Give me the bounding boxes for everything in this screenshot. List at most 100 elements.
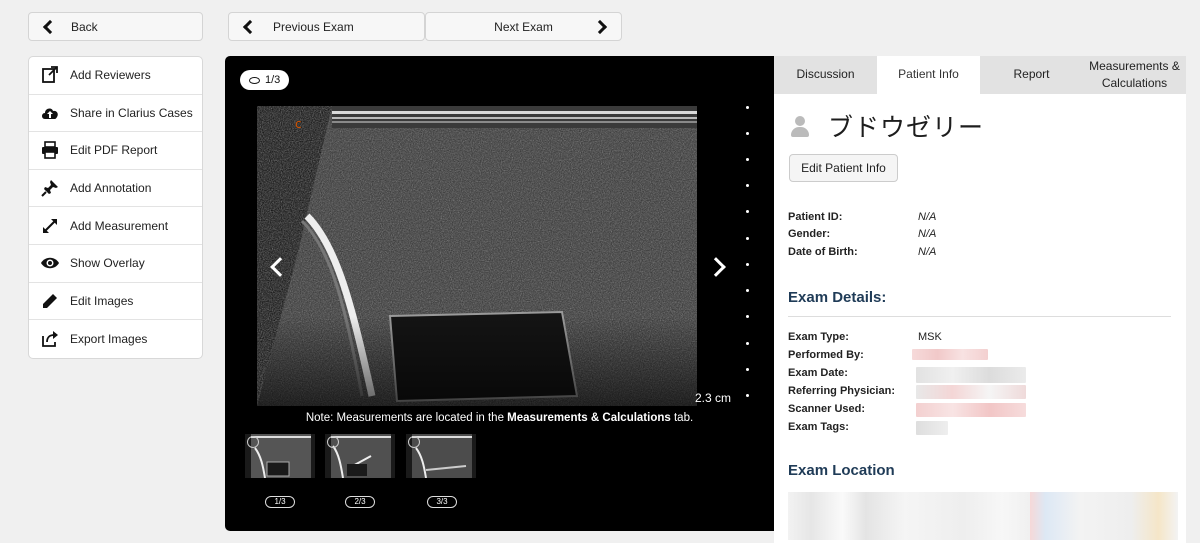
svg-text:c: c xyxy=(295,117,302,131)
scanner-used-row: Scanner Used: xyxy=(788,403,1026,417)
depth-marker xyxy=(746,315,749,318)
exam-tags-row: Exam Tags: xyxy=(788,421,948,435)
dob-value: N/A xyxy=(918,246,937,258)
measurements-note: Note: Measurements are located in the Me… xyxy=(225,412,774,424)
exam-date-key: Exam Date: xyxy=(788,367,848,379)
note-suffix: tab. xyxy=(670,412,694,424)
resize-arrows-icon xyxy=(40,216,60,236)
patient-id-value: N/A xyxy=(918,211,937,223)
depth-marker xyxy=(746,106,749,109)
ultrasound-viewer[interactable]: 1/3 c 2.3 cm Note: Measurements are loca… xyxy=(225,56,774,531)
depth-marker xyxy=(746,342,749,345)
referring-physician-row: Referring Physician: xyxy=(788,385,1026,399)
eye-outline-icon xyxy=(249,76,260,84)
avatar-body xyxy=(791,127,809,137)
patient-id-row: Patient ID: N/A xyxy=(788,211,936,223)
thumbnail-label: 1/3 xyxy=(265,496,295,508)
dob-row: Date of Birth: N/A xyxy=(788,246,936,258)
next-image-arrow-icon[interactable] xyxy=(706,257,726,277)
chevron-left-icon xyxy=(242,19,258,34)
pencil-icon xyxy=(40,291,60,311)
thumbnail-2[interactable] xyxy=(325,434,395,478)
pushpin-icon xyxy=(40,178,60,198)
redacted-value xyxy=(916,421,948,435)
edit-patient-info-button[interactable]: Edit Patient Info xyxy=(789,154,898,182)
exam-location-title: Exam Location xyxy=(788,462,895,479)
gender-row: Gender: N/A xyxy=(788,228,936,240)
tab-measurements-calculations[interactable]: Measurements & Calculations xyxy=(1083,56,1186,94)
image-counter: 1/3 xyxy=(265,74,281,86)
performed-by-row: Performed By: xyxy=(788,349,988,361)
depth-marker xyxy=(746,184,749,187)
tab-patient-info[interactable]: Patient Info xyxy=(877,56,980,94)
show-overlay-item[interactable]: Show Overlay xyxy=(29,245,202,283)
next-exam-label: Next Exam xyxy=(494,19,553,34)
exam-type-key: Exam Type: xyxy=(788,331,849,343)
menu-label: Edit Images xyxy=(70,293,134,308)
menu-label: Add Annotation xyxy=(70,181,152,196)
thumbnail-radio[interactable] xyxy=(327,436,339,448)
add-measurement-item[interactable]: Add Measurement xyxy=(29,207,202,245)
share-clarius-cases-item[interactable]: Share in Clarius Cases xyxy=(29,95,202,133)
tab-report[interactable]: Report xyxy=(980,56,1083,94)
menu-label: Add Reviewers xyxy=(70,68,151,83)
add-annotation-item[interactable]: Add Annotation xyxy=(29,170,202,208)
previous-exam-label: Previous Exam xyxy=(273,19,354,34)
exam-tags-key: Exam Tags: xyxy=(788,421,849,433)
previous-exam-button[interactable]: Previous Exam xyxy=(228,12,425,41)
depth-marker xyxy=(746,132,749,135)
exam-type-row: Exam Type: MSK xyxy=(788,331,942,343)
gender-value: N/A xyxy=(918,228,937,240)
edit-images-item[interactable]: Edit Images xyxy=(29,283,202,321)
map-preview-redacted[interactable] xyxy=(788,492,1178,540)
exam-date-row: Exam Date: xyxy=(788,367,1026,383)
depth-marker xyxy=(746,237,749,240)
menu-label: Add Measurement xyxy=(70,218,169,233)
thumbnail-1[interactable] xyxy=(245,434,315,478)
depth-scale-markers xyxy=(746,106,750,397)
scanner-used-key: Scanner Used: xyxy=(788,403,866,415)
eye-icon xyxy=(40,253,60,273)
info-panel: Discussion Patient Info Report Measureme… xyxy=(774,56,1186,543)
back-label: Back xyxy=(71,19,98,34)
thumbnail-label: 2/3 xyxy=(345,496,375,508)
exam-type-value: MSK xyxy=(918,331,942,343)
edit-pdf-report-item[interactable]: Edit PDF Report xyxy=(29,132,202,170)
action-menu: Add Reviewers Share in Clarius Cases Edi… xyxy=(28,56,203,359)
redacted-value xyxy=(912,349,988,360)
patient-name: ブドウゼリー xyxy=(828,114,985,142)
avatar-head xyxy=(795,116,805,126)
depth-scale-label: 2.3 cm xyxy=(695,391,732,405)
referring-physician-key: Referring Physician: xyxy=(788,385,895,397)
thumbnail-radio[interactable] xyxy=(408,436,420,448)
back-button[interactable]: Back xyxy=(28,12,203,41)
export-images-item[interactable]: Export Images xyxy=(29,320,202,358)
add-reviewers-icon xyxy=(40,65,60,85)
printer-icon xyxy=(40,140,60,160)
cloud-upload-icon xyxy=(40,103,60,123)
depth-marker xyxy=(746,158,749,161)
note-prefix: Note: Measurements are located in the xyxy=(305,412,508,424)
thumbnail-radio[interactable] xyxy=(247,436,259,448)
depth-marker xyxy=(746,263,749,266)
ultrasound-image: c xyxy=(257,106,697,406)
panel-tabs: Discussion Patient Info Report Measureme… xyxy=(774,56,1186,94)
next-exam-button[interactable]: Next Exam xyxy=(425,12,622,41)
patient-header: ブドウゼリー xyxy=(790,108,984,144)
section-divider xyxy=(788,316,1171,317)
redacted-value xyxy=(916,367,1026,383)
depth-marker xyxy=(746,210,749,213)
tab-discussion[interactable]: Discussion xyxy=(774,56,877,94)
depth-marker xyxy=(746,289,749,292)
add-reviewers-item[interactable]: Add Reviewers xyxy=(29,57,202,95)
chevron-right-icon xyxy=(592,19,608,34)
user-avatar-icon xyxy=(790,114,810,138)
exam-details-title: Exam Details: xyxy=(788,289,887,306)
chevron-left-icon xyxy=(42,19,58,34)
redacted-value xyxy=(916,403,1026,417)
thumbnail-3[interactable] xyxy=(406,434,476,478)
performed-by-key: Performed By: xyxy=(788,349,864,361)
thumbnail-label: 3/3 xyxy=(427,496,457,508)
patient-id-key: Patient ID: xyxy=(788,211,843,223)
image-counter-badge: 1/3 xyxy=(240,70,290,90)
